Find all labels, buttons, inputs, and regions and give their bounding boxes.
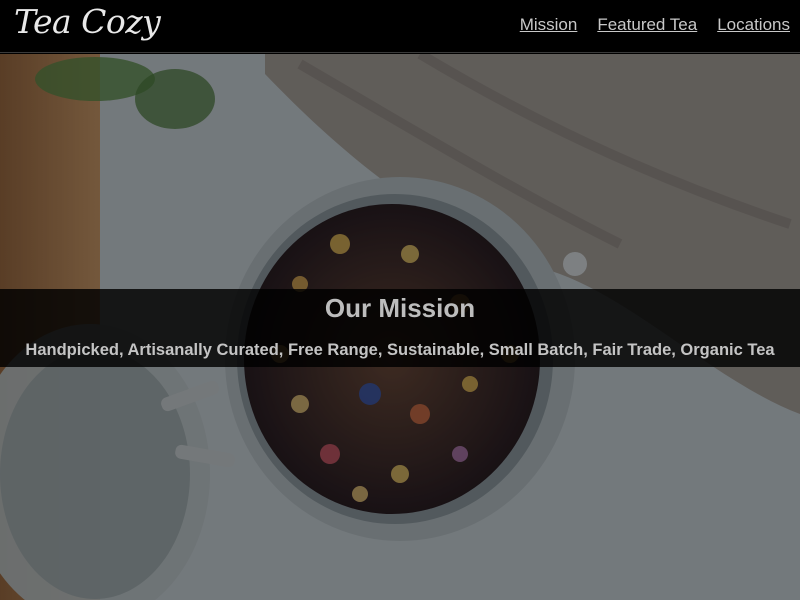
logo: Tea Cozy [14,2,161,41]
mission-title: Our Mission [324,293,476,323]
nav-link-locations[interactable]: Locations [717,15,790,35]
nav-link-mission[interactable]: Mission [520,15,578,35]
mission-banner: Our Mission Handpicked, Artisanally Cura… [0,289,800,367]
main-nav: Mission Featured Tea Locations [520,15,790,35]
mission-text: Handpicked, Artisanally Curated, Free Ra… [25,341,775,359]
nav-link-featured-tea[interactable]: Featured Tea [597,15,697,35]
site-header: Tea Cozy Mission Featured Tea Locations [0,0,800,53]
